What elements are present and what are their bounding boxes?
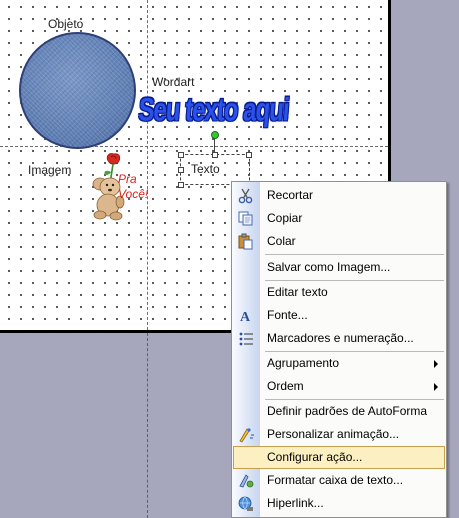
menu-label-configurar-acao: Configurar ação... bbox=[267, 450, 363, 464]
menu-label-formatar-caixa-texto: Formatar caixa de texto... bbox=[267, 473, 404, 487]
menu-item-copiar[interactable]: Copiar bbox=[232, 207, 446, 230]
menu-label-fonte: Fonte... bbox=[267, 308, 308, 322]
font-icon: A bbox=[237, 307, 255, 325]
menu-label-salvar-como-imagem: Salvar como Imagem... bbox=[267, 260, 391, 274]
bullets-icon bbox=[237, 330, 255, 347]
resize-handle-nw[interactable] bbox=[178, 152, 184, 158]
menu-item-formatar-caixa-texto[interactable]: Formatar caixa de texto... bbox=[232, 469, 446, 492]
menu-label-personalizar-animacao: Personalizar animação... bbox=[267, 427, 400, 441]
resize-handle-w[interactable] bbox=[178, 167, 184, 173]
paste-icon bbox=[237, 233, 255, 250]
wordart-label: Wordart bbox=[152, 75, 195, 89]
vertical-guide-extension bbox=[147, 333, 148, 518]
menu-label-copiar: Copiar bbox=[267, 211, 303, 225]
submenu-arrow-icon bbox=[434, 383, 438, 391]
menu-label-hiperlink: Hiperlink... bbox=[267, 496, 324, 510]
animation-icon bbox=[237, 426, 255, 443]
rotation-handle[interactable] bbox=[211, 131, 219, 139]
menu-label-editar-texto: Editar texto bbox=[267, 285, 328, 299]
menu-label-colar: Colar bbox=[267, 234, 296, 248]
text-box-content: Texto bbox=[191, 162, 220, 176]
clipart-text-line1: Pra bbox=[118, 172, 137, 186]
menu-label-marcadores: Marcadores e numeração... bbox=[267, 331, 414, 345]
menu-label-definir-padroes: Definir padrões de AutoForma bbox=[267, 404, 428, 418]
menu-label-agrupamento: Agrupamento bbox=[267, 356, 340, 370]
menu-item-editar-texto[interactable]: Editar texto bbox=[232, 281, 446, 304]
menu-separator bbox=[265, 254, 444, 255]
menu-item-colar[interactable]: Colar bbox=[232, 230, 446, 253]
svg-text:A: A bbox=[240, 310, 251, 324]
circle-shape[interactable] bbox=[19, 32, 136, 149]
scissors-icon bbox=[237, 187, 255, 204]
menu-item-marcadores[interactable]: Marcadores e numeração... bbox=[232, 327, 446, 350]
resize-handle-ne[interactable] bbox=[246, 152, 252, 158]
copy-icon bbox=[237, 210, 255, 227]
menu-item-salvar-como-imagem[interactable]: Salvar como Imagem... bbox=[232, 256, 446, 279]
menu-label-ordem: Ordem bbox=[267, 379, 304, 393]
menu-item-recortar[interactable]: Recortar bbox=[232, 184, 446, 207]
menu-item-personalizar-animacao[interactable]: Personalizar animação... bbox=[232, 423, 446, 446]
wordart-object[interactable]: Seu texto aqui bbox=[137, 92, 290, 130]
resize-handle-n[interactable] bbox=[212, 152, 218, 158]
horizontal-guide[interactable] bbox=[0, 146, 388, 147]
menu-item-hiperlink[interactable]: Hiperlink... bbox=[232, 492, 446, 515]
format-textbox-icon bbox=[237, 472, 255, 489]
submenu-arrow-icon bbox=[434, 360, 438, 368]
menu-item-ordem[interactable]: Ordem bbox=[232, 375, 446, 398]
clipart-text-line2: Você! bbox=[118, 187, 149, 201]
resize-handle-sw[interactable] bbox=[178, 182, 184, 188]
menu-item-configurar-acao[interactable]: Configurar ação... bbox=[233, 446, 445, 469]
menu-label-recortar: Recortar bbox=[267, 188, 314, 202]
objeto-label: Objeto bbox=[48, 17, 84, 31]
clipart-image[interactable]: Pra Você! bbox=[80, 150, 150, 224]
menu-item-definir-padroes[interactable]: Definir padrões de AutoForma bbox=[232, 400, 446, 423]
menu-item-fonte[interactable]: A Fonte... bbox=[232, 304, 446, 327]
imagem-label: Imagem bbox=[28, 163, 72, 177]
hyperlink-icon bbox=[237, 495, 255, 512]
menu-item-agrupamento[interactable]: Agrupamento bbox=[232, 352, 446, 375]
context-menu: Recortar Copiar Colar Salvar como Imagem… bbox=[231, 181, 447, 518]
